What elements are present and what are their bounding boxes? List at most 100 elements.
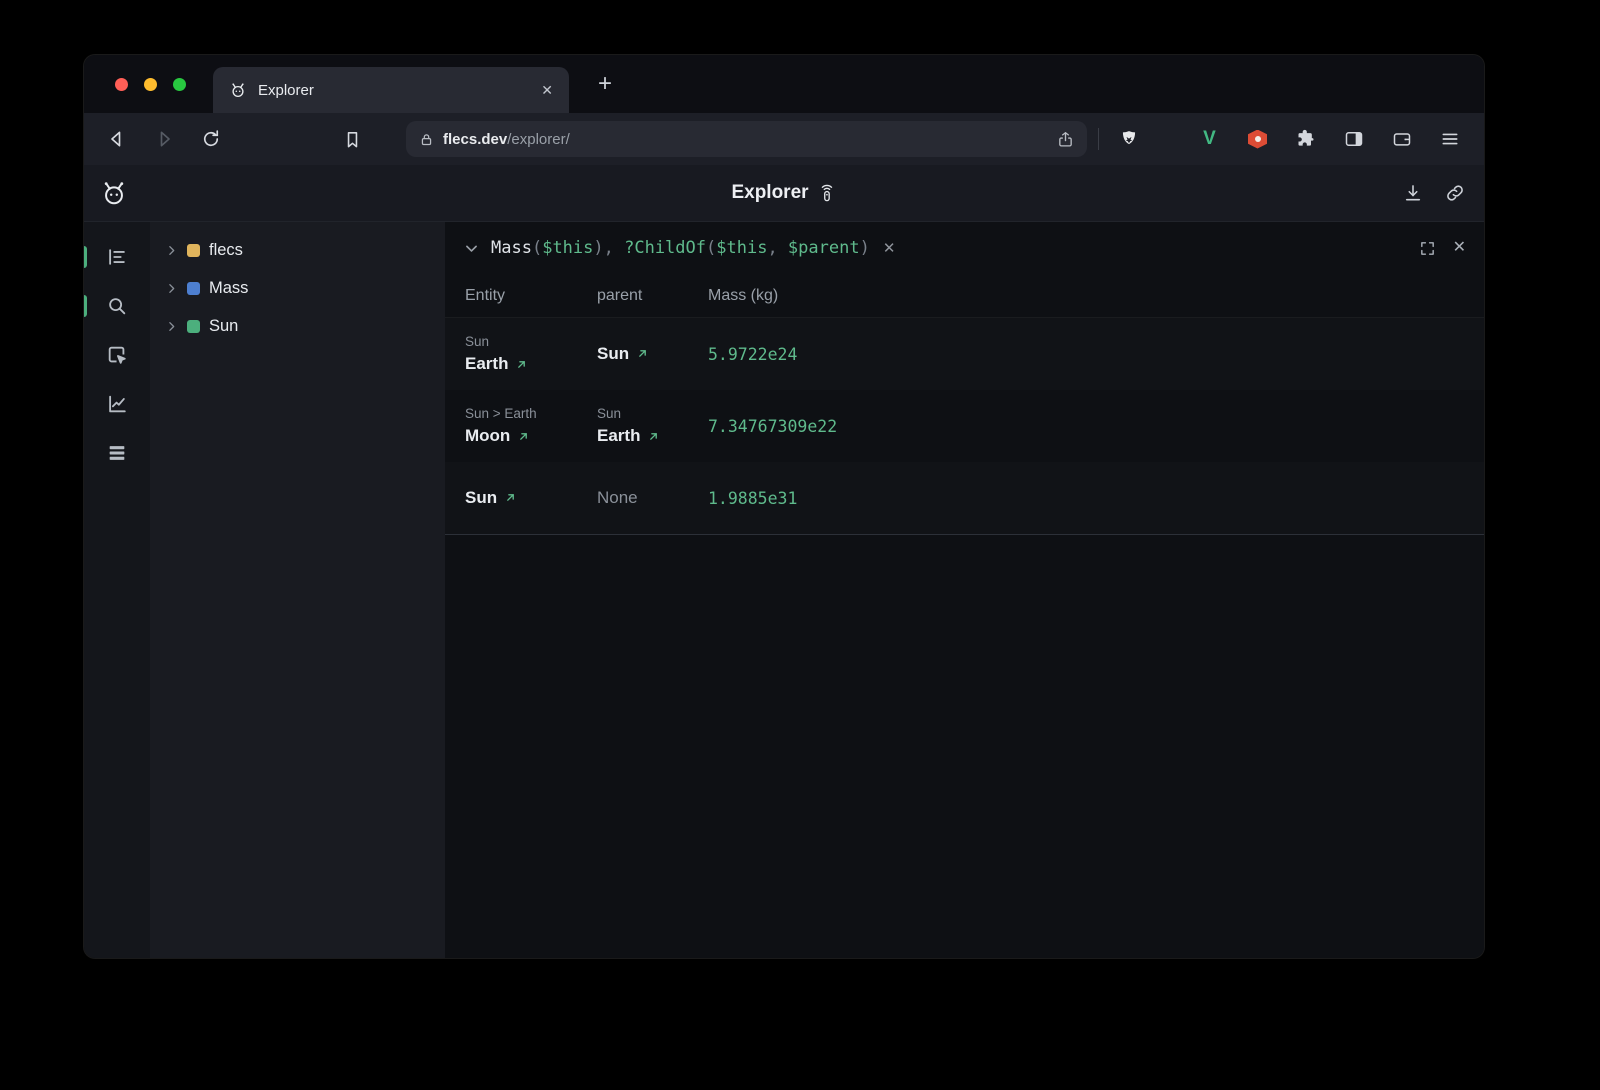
share-icon[interactable]: [1057, 131, 1074, 148]
query-panel: Mass($this), ?ChildOf($this, $parent) ✕ …: [445, 222, 1484, 958]
link-icon[interactable]: [1438, 176, 1472, 210]
entity-name: Sun: [465, 486, 497, 511]
address-bar[interactable]: flecs.dev/explorer/: [406, 121, 1087, 157]
bookmark-icon[interactable]: [333, 121, 371, 157]
query-token: ?ChildOf: [624, 238, 706, 258]
column-header-entity: Entity: [465, 274, 597, 317]
tree-item-label: flecs: [209, 241, 243, 260]
chevron-right-icon[interactable]: [165, 282, 178, 295]
query-text[interactable]: Mass($this), ?ChildOf($this, $parent): [491, 238, 870, 258]
query-token: ): [860, 238, 870, 258]
sidebar-toggle-icon[interactable]: [1335, 121, 1372, 157]
table-row: Sun > Earth Moon Sun Earth: [445, 390, 1484, 462]
rail-item-logs[interactable]: [84, 442, 150, 464]
vue-devtools-icon[interactable]: V: [1191, 121, 1228, 157]
entity-cell: Sun Earth: [465, 318, 597, 390]
query-token: $parent: [788, 238, 860, 258]
column-header-parent: parent: [597, 274, 708, 317]
lock-icon: [419, 132, 434, 147]
brave-shield-icon[interactable]: [1110, 121, 1148, 157]
query-token: (: [706, 238, 716, 258]
goto-entity-icon[interactable]: [636, 347, 649, 360]
flecs-favicon: [229, 81, 247, 99]
tab-title: Explorer: [258, 82, 530, 99]
reload-button[interactable]: [192, 121, 230, 157]
tree-item-mass[interactable]: Mass: [165, 269, 445, 307]
extension-cluster: V: [1191, 121, 1470, 157]
mass-cell: 5.9722e24: [708, 318, 1484, 390]
goto-entity-icon[interactable]: [517, 430, 530, 443]
new-tab-button[interactable]: +: [589, 68, 621, 100]
parent-cell: None: [597, 462, 708, 534]
icon-rail: [84, 222, 150, 958]
query-token: $this: [716, 238, 767, 258]
url-domain: flecs.dev: [443, 131, 507, 148]
tab-close-icon[interactable]: ✕: [541, 83, 553, 97]
browser-toolbar: flecs.dev/explorer/ V: [84, 113, 1484, 165]
maximize-window-button[interactable]: [173, 78, 186, 91]
chevron-right-icon[interactable]: [165, 244, 178, 257]
tree-item-flecs[interactable]: flecs: [165, 231, 445, 269]
url-text: flecs.dev/explorer/: [443, 131, 1048, 148]
query-token: ,: [767, 238, 787, 258]
query-token: Mass: [491, 238, 532, 258]
browser-tab-explorer[interactable]: Explorer ✕: [213, 67, 569, 113]
parent-cell: Sun: [597, 318, 708, 390]
tab-strip: Explorer ✕ +: [84, 55, 1484, 113]
expand-icon[interactable]: [1419, 240, 1436, 257]
forward-button[interactable]: [145, 121, 183, 157]
mass-value: 7.34767309e22: [708, 417, 1484, 436]
goto-entity-icon[interactable]: [647, 430, 660, 443]
traffic-lights: [84, 78, 186, 91]
close-panel-icon[interactable]: ✕: [1453, 240, 1466, 256]
query-bar: Mass($this), ?ChildOf($this, $parent) ✕ …: [445, 222, 1484, 274]
parent-cell: Sun Earth: [597, 390, 708, 462]
download-icon[interactable]: [1396, 176, 1430, 210]
mass-cell: 1.9885e31: [708, 462, 1484, 534]
clear-query-icon[interactable]: ✕: [883, 241, 896, 256]
page-title: Explorer: [731, 182, 836, 204]
mass-value: 5.9722e24: [708, 345, 1484, 364]
remote-connection-icon: [818, 184, 837, 203]
toolbar-separator: [1098, 128, 1099, 150]
page-title-text: Explorer: [731, 182, 808, 204]
entity-parent-path: Sun > Earth: [465, 404, 597, 424]
app-header: Explorer: [84, 165, 1484, 222]
desktop-background: Explorer ✕ + flecs.dev/expl: [0, 0, 1600, 1090]
back-button[interactable]: [98, 121, 136, 157]
mass-value: 1.9885e31: [708, 489, 1484, 508]
extensions-puzzle-icon[interactable]: [1287, 121, 1324, 157]
entity-color-swatch: [187, 320, 200, 333]
column-header-mass: Mass (kg): [708, 274, 1484, 317]
rail-item-inspect[interactable]: [84, 344, 150, 366]
minimize-window-button[interactable]: [144, 78, 157, 91]
parent-name: Sun: [597, 342, 629, 367]
goto-entity-icon[interactable]: [504, 491, 517, 504]
menu-icon[interactable]: [1431, 121, 1468, 157]
goto-entity-icon[interactable]: [515, 358, 528, 371]
query-token: $this: [542, 238, 593, 258]
parent-parent-path: Sun: [597, 404, 708, 424]
table-header: Entity parent Mass (kg): [445, 274, 1484, 318]
rail-item-search[interactable]: [84, 295, 150, 317]
app-body: flecs Mass Sun: [84, 222, 1484, 958]
query-token: (: [532, 238, 542, 258]
tree-item-sun[interactable]: Sun: [165, 307, 445, 345]
rail-item-charts[interactable]: [84, 393, 150, 415]
entity-tree-panel: flecs Mass Sun: [150, 222, 445, 958]
chevron-right-icon[interactable]: [165, 320, 178, 333]
rail-item-tree[interactable]: [84, 246, 150, 268]
flecs-logo[interactable]: [100, 179, 128, 207]
entity-color-swatch: [187, 282, 200, 295]
hexagon-extension-icon[interactable]: [1239, 121, 1276, 157]
close-window-button[interactable]: [115, 78, 128, 91]
entity-cell: Sun: [465, 462, 597, 534]
query-token: ),: [593, 238, 624, 258]
entity-color-swatch: [187, 244, 200, 257]
entity-parent-path: Sun: [465, 332, 597, 352]
wallet-icon[interactable]: [1383, 121, 1420, 157]
chevron-down-icon[interactable]: [463, 240, 480, 257]
browser-window: Explorer ✕ + flecs.dev/expl: [84, 55, 1484, 958]
table-row: Sun Earth Sun: [445, 318, 1484, 390]
entity-name: Earth: [465, 352, 508, 377]
